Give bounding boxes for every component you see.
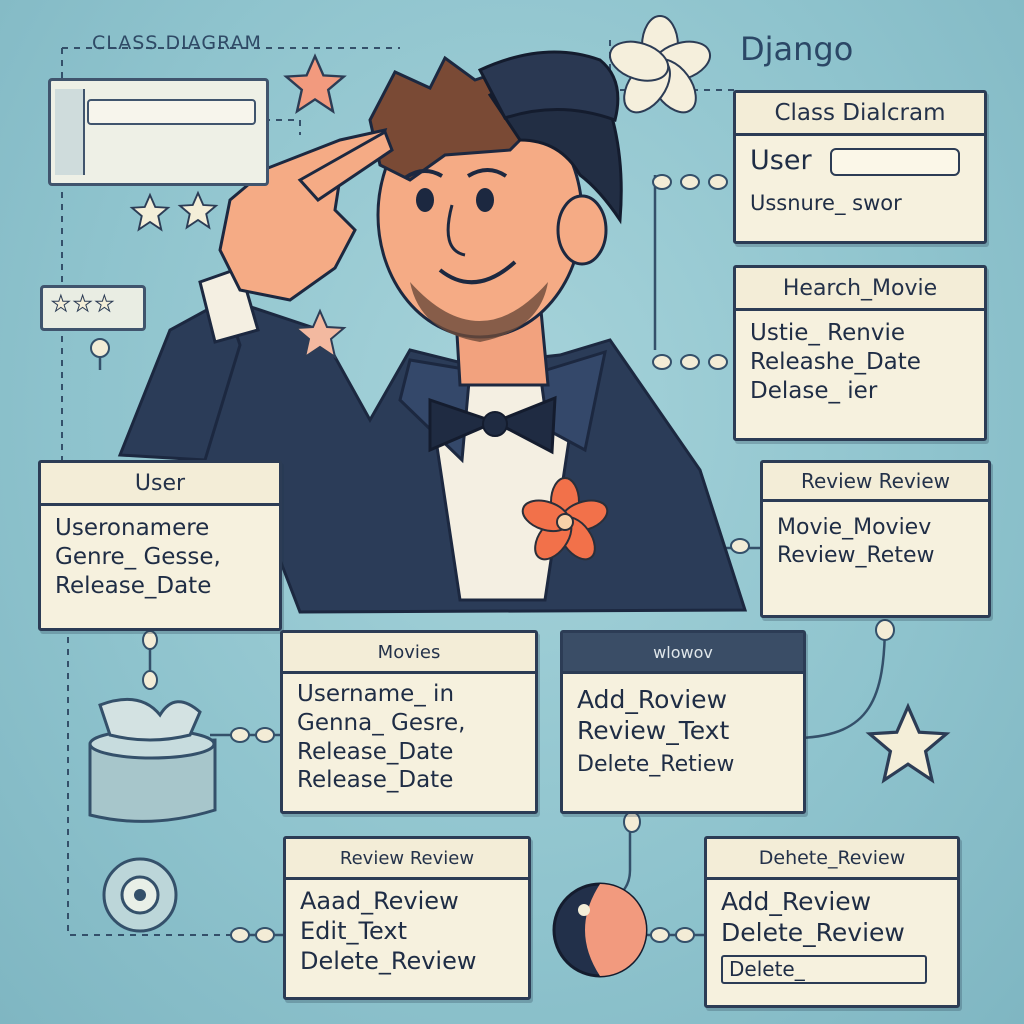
class-title: Movies bbox=[377, 641, 441, 663]
class-header: User bbox=[41, 463, 279, 506]
mini-panel-bar bbox=[55, 89, 85, 175]
left-eye bbox=[416, 188, 434, 212]
class-attribute: Useronamere bbox=[55, 515, 210, 541]
class-title: wlowov bbox=[653, 642, 713, 662]
class-header: Dehete_Review bbox=[707, 839, 957, 880]
class-attribute: Add_Review bbox=[721, 887, 872, 916]
class-box-class-diagram: Class Dialcram User Ussnure_ swor bbox=[733, 90, 987, 244]
mini-panel-field bbox=[87, 99, 256, 125]
class-header: Review Review bbox=[763, 463, 988, 502]
class-attribute: Ustie_ Renvie bbox=[750, 320, 906, 346]
class-title: Review Review bbox=[339, 847, 475, 869]
class-attribute: Add_Roview bbox=[577, 685, 728, 714]
class-header: Movies bbox=[283, 633, 535, 674]
star-icon bbox=[129, 192, 171, 232]
class-box-search-movie: Hearch_Movie Ustie_ Renvie Releashe_Date… bbox=[733, 265, 987, 441]
class-attribute: User bbox=[750, 144, 970, 178]
python-logo-icon bbox=[552, 882, 648, 978]
django-star-icon bbox=[609, 15, 711, 114]
class-attribute-text: User bbox=[750, 145, 812, 176]
class-box-user: User Useronamere Genre_ Gesse, Release_D… bbox=[38, 460, 282, 631]
class-header: Class Dialcram bbox=[736, 93, 984, 136]
brand-name: Django bbox=[740, 30, 854, 68]
star-icon bbox=[865, 702, 951, 784]
ear bbox=[556, 194, 608, 266]
class-box-movies: Movies Username_ in Genna_ Gesre, Releas… bbox=[280, 630, 538, 814]
class-attribute: Username_ in bbox=[297, 681, 455, 707]
hat-crown bbox=[477, 50, 620, 122]
right-eye bbox=[476, 188, 494, 212]
class-title: Class Dialcram bbox=[774, 100, 946, 126]
class-title: Hearch_Movie bbox=[782, 275, 938, 301]
class-title: Dehete_Review bbox=[758, 847, 906, 869]
class-box-review-top: Review Review Movie_Moviev Review_Retew bbox=[760, 460, 991, 618]
class-attribute: Releashe_Date bbox=[750, 348, 921, 375]
class-attribute: Delete_Review bbox=[300, 947, 477, 975]
class-attribute: Movie_Moviev bbox=[777, 515, 932, 540]
class-attribute: Delase_ ier bbox=[750, 377, 878, 404]
class-attribute: Review_Retew bbox=[777, 542, 935, 568]
database-icon bbox=[88, 697, 217, 823]
class-attribute: Delete_Retiew bbox=[577, 751, 735, 777]
class-header: Hearch_Movie bbox=[736, 268, 984, 311]
class-attribute: Delete_Review bbox=[721, 918, 905, 948]
diagram-caption: CLASS DIAGRAM bbox=[92, 32, 262, 54]
rating-panel: ★★★ bbox=[40, 285, 146, 331]
bow-tie-knot bbox=[482, 411, 508, 437]
attribute-field bbox=[829, 147, 960, 176]
class-attribute: Genna_ Gesre, bbox=[297, 709, 466, 736]
mini-panel bbox=[48, 78, 269, 186]
class-box-delete-review: Dehete_Review Add_Review Delete_Review D… bbox=[704, 836, 960, 1008]
class-attribute: Release_Date bbox=[55, 572, 212, 599]
dial-icon bbox=[102, 857, 178, 933]
rating-stars: ★★★ bbox=[50, 292, 117, 318]
class-header: Review Review bbox=[286, 839, 528, 880]
diagram-canvas: CLASS DIAGRAM Django ★★★ Class Dialcram … bbox=[0, 0, 1024, 1024]
class-box-review-bottom: Review Review Aaad_Review Edit_Text Dele… bbox=[283, 836, 531, 1000]
class-attribute: Delete_ bbox=[721, 954, 927, 984]
star-icon bbox=[283, 53, 347, 115]
class-attribute: Release_Date bbox=[297, 738, 454, 765]
class-attribute: Aaad_Review bbox=[300, 887, 459, 915]
class-attribute: Release_Date bbox=[297, 767, 454, 794]
class-attribute: Review_Text bbox=[577, 716, 730, 746]
class-attribute: Ussnure_ swor bbox=[750, 190, 902, 215]
class-title: User bbox=[134, 470, 186, 496]
class-attribute: Genre_ Gesse, bbox=[55, 543, 221, 570]
class-attribute: Edit_Text bbox=[300, 917, 408, 945]
star-icon bbox=[177, 190, 219, 230]
class-box-mlowov: wlowov Add_Roview Review_Text Delete_Ret… bbox=[560, 630, 806, 814]
class-header: wlowov bbox=[563, 633, 803, 674]
class-title: Review Review bbox=[800, 469, 951, 493]
